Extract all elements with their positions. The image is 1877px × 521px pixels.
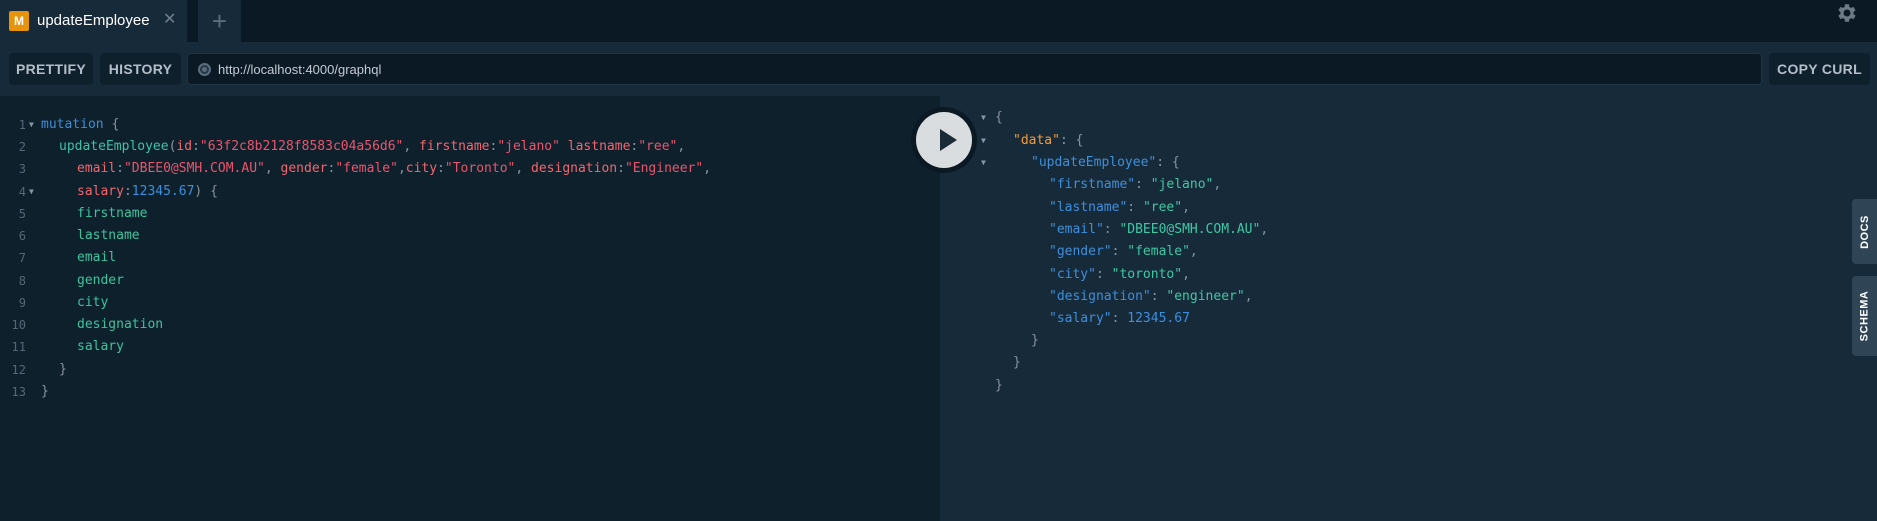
json-entry: "gender": "female", (1049, 244, 1198, 259)
line-number: 13 (11, 385, 26, 399)
json-entry: "lastname": "ree", (1049, 200, 1190, 215)
play-icon (940, 129, 957, 151)
json-line: } (1013, 355, 1021, 370)
code-line-field: firstname (77, 206, 148, 221)
prettify-button[interactable]: PRETTIFY (9, 53, 93, 85)
line-number: 6 (18, 229, 26, 243)
json-entry: "salary": 12345.67 (1049, 311, 1190, 326)
graphql-playground: M updateEmployee ✕ + PRETTIFY HISTORY ht… (0, 0, 1877, 521)
close-icon[interactable]: ✕ (163, 10, 176, 30)
line-number: 3 (18, 162, 26, 176)
endpoint-url-input[interactable]: http://localhost:4000/graphql (187, 53, 1762, 85)
json-line: } (995, 378, 1003, 393)
line-number: 5 (18, 207, 26, 221)
toolbar: PRETTIFY HISTORY http://localhost:4000/g… (0, 42, 1877, 96)
code-line-field: designation (77, 317, 164, 332)
query-editor[interactable]: 1 2 3 4 5 6 7 8 9 10 11 12 13 ▼ ▼ mutati… (0, 96, 940, 521)
fold-arrow-icon[interactable]: ▼ (981, 153, 986, 173)
history-button[interactable]: HISTORY (100, 53, 181, 85)
endpoint-url-text: http://localhost:4000/graphql (218, 62, 382, 77)
tab-bar: M updateEmployee ✕ + (0, 0, 1877, 42)
code-line: } (41, 384, 49, 399)
code-line-field: salary (77, 339, 124, 354)
code-line: email:"DBEE0@SMH.COM.AU", gender:"female… (77, 161, 712, 176)
json-line: "updateEmployee": { (1031, 155, 1180, 170)
line-number: 12 (11, 363, 26, 377)
json-entry: "firstname": "jelano", (1049, 177, 1222, 192)
code-line-field: gender (77, 273, 124, 288)
line-number: 8 (18, 274, 26, 288)
docs-tab[interactable]: DOCS (1852, 199, 1877, 264)
schema-tab[interactable]: SCHEMA (1852, 276, 1877, 356)
line-number: 9 (18, 296, 26, 310)
code-line: } (59, 362, 67, 377)
json-line: "data": { (1013, 133, 1084, 148)
code-line-field: email (77, 250, 117, 265)
tab-title: updateEmployee (37, 12, 150, 29)
copy-curl-button[interactable]: COPY CURL (1769, 53, 1870, 85)
run-query-button[interactable] (911, 107, 977, 173)
line-number: 10 (11, 318, 26, 332)
code-line: updateEmployee(id:"63f2c8b2128f8583c04a5… (59, 139, 686, 154)
result-viewer: ▼ ▼ ▼ { "data": { "updateEmployee": { "f… (940, 96, 1877, 521)
code-line-field: lastname (77, 228, 140, 243)
connection-status-icon (198, 63, 211, 76)
json-line: { (995, 110, 1003, 125)
fold-arrow-icon[interactable]: ▼ (981, 108, 986, 128)
fold-arrow-icon[interactable]: ▼ (29, 115, 34, 135)
line-number: 7 (18, 251, 26, 265)
gear-icon[interactable] (1834, 0, 1858, 26)
mutation-badge: M (9, 11, 29, 31)
line-number: 4 (18, 185, 26, 199)
fold-arrow-icon[interactable]: ▼ (981, 131, 986, 151)
json-entry: "city": "toronto", (1049, 267, 1190, 282)
run-button-face (916, 112, 972, 168)
code-line: mutation { (41, 117, 120, 132)
code-line: salary:12345.67) { (77, 184, 218, 199)
json-line: } (1031, 333, 1039, 348)
line-number: 2 (18, 140, 26, 154)
fold-arrow-icon[interactable]: ▼ (29, 182, 34, 202)
json-entry: "designation": "engineer", (1049, 289, 1253, 304)
code-line-field: city (77, 295, 109, 310)
line-number: 11 (11, 340, 26, 354)
json-entry: "email": "DBEE0@SMH.COM.AU", (1049, 222, 1269, 237)
line-number: 1 (18, 118, 26, 132)
add-tab-button[interactable]: + (198, 0, 241, 42)
tab-update-employee[interactable]: M updateEmployee ✕ (0, 0, 187, 42)
